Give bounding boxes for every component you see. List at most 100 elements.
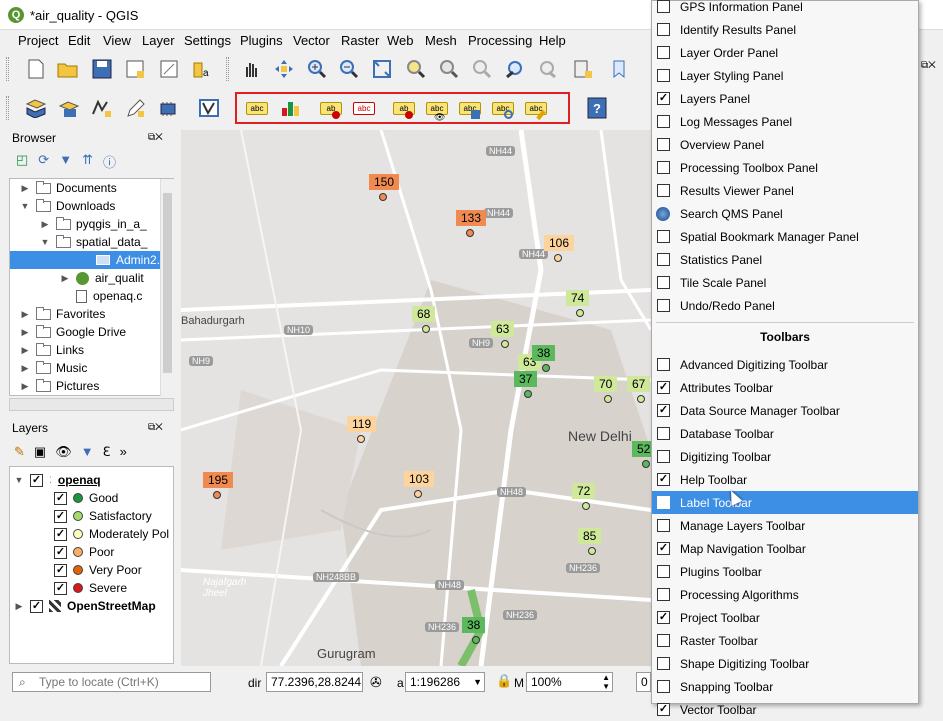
class-visibility-checkbox[interactable]: ✓	[54, 509, 67, 523]
legend-class[interactable]: ✓ Good	[54, 489, 118, 507]
panel-menu-item[interactable]: Tile Scale Panel	[652, 271, 918, 294]
panel-menu-item[interactable]: Statistics Panel	[652, 248, 918, 271]
menu-checkbox[interactable]: ✓	[657, 542, 670, 555]
add-vector-layer-icon[interactable]	[57, 96, 81, 120]
menu-checkbox[interactable]: ✓	[657, 473, 670, 486]
style-manager-icon[interactable]: a	[190, 57, 214, 81]
aqi-marker-point[interactable]	[554, 254, 562, 262]
toolbar-menu-item[interactable]: ✓ Vector Toolbar	[652, 698, 918, 721]
chevron-down-icon[interactable]: ▼	[14, 475, 24, 485]
toolbar-menu-item[interactable]: ✓ Project Toolbar	[652, 606, 918, 629]
toolbar-menu-item[interactable]: ✓ Map Navigation Toolbar	[652, 537, 918, 560]
aqi-marker-point[interactable]	[466, 229, 474, 237]
toolbar-menu-item[interactable]: ✓ Label Toolbar	[652, 491, 918, 514]
menu-checkbox[interactable]	[657, 634, 670, 647]
browser-item[interactable]: ▼ Downloads	[20, 197, 170, 215]
menu-checkbox[interactable]: ✓	[657, 496, 670, 509]
toolbar-menu-item[interactable]: ✓ Help Toolbar	[652, 468, 918, 491]
menu-raster[interactable]: Raster	[341, 33, 379, 48]
panel-menu-item[interactable]: Log Messages Panel	[652, 110, 918, 133]
menu-checkbox[interactable]	[657, 427, 670, 440]
menu-mesh[interactable]: Mesh	[425, 33, 457, 48]
browser-item[interactable]: ▶ Google Drive	[20, 323, 170, 341]
gps-device-icon[interactable]	[156, 96, 180, 120]
toolbar-menu-item[interactable]: Snapping Toolbar	[652, 675, 918, 698]
menu-checkbox[interactable]	[657, 161, 670, 174]
menu-checkbox[interactable]	[657, 46, 670, 59]
toolbar-menu-item[interactable]: Plugins Toolbar	[652, 560, 918, 583]
menu-checkbox[interactable]	[657, 565, 670, 578]
layers-tree[interactable]: ▼ ✓ ⁚ openaq ✓ Good ✓ Satisfactory ✓ Moderately P…	[9, 466, 174, 664]
panel-menu-item[interactable]: ✓ Layers Panel	[652, 87, 918, 110]
zoom-last-icon[interactable]	[503, 57, 527, 81]
zoom-selection-icon[interactable]	[404, 57, 428, 81]
toolbar-menu-item[interactable]: Database Toolbar	[652, 422, 918, 445]
legend-class[interactable]: ✓ Very Poor	[54, 561, 142, 579]
digitize-icon[interactable]	[90, 96, 114, 120]
chevron-right-icon[interactable]: ▶	[20, 363, 30, 374]
panel-menu-item[interactable]: Identify Results Panel	[652, 18, 918, 41]
filter-legend-icon[interactable]: ▼	[81, 444, 94, 460]
browser-item[interactable]: ▶ air_qualit	[60, 269, 173, 287]
save-project-icon[interactable]	[90, 57, 114, 81]
aqi-marker-point[interactable]	[604, 395, 612, 403]
chevron-right-icon[interactable]: ▶	[14, 601, 24, 612]
map-canvas[interactable]: NH44 NH44 NH44 NH10 NH9 NH9 NH48 NH248BB NH48 NH2…	[181, 130, 651, 666]
layer-openstreetmap[interactable]: ▶ ✓ OpenStreetMap	[14, 597, 156, 615]
menu-checkbox[interactable]: ✓	[657, 703, 670, 716]
aqi-marker-point[interactable]	[357, 435, 365, 443]
scale-field[interactable]: 1:196286 ▼	[405, 672, 485, 692]
menu-checkbox[interactable]	[657, 276, 670, 289]
browser-item[interactable]: ▼ spatial_data_	[40, 233, 173, 251]
menu-checkbox[interactable]: ✓	[657, 92, 670, 105]
pan-hand-icon[interactable]	[239, 57, 263, 81]
layer-visibility-checkbox[interactable]: ✓	[30, 473, 43, 487]
toggle-extents-icon[interactable]: ✇	[370, 674, 382, 691]
menu-checkbox[interactable]	[657, 115, 670, 128]
magnifier-field[interactable]: 100% ▲ ▼	[526, 672, 613, 692]
menu-checkbox[interactable]	[657, 230, 670, 243]
chevron-right-icon[interactable]: ▶	[60, 273, 70, 284]
aqi-marker-point[interactable]	[472, 636, 480, 644]
chevron-right-icon[interactable]: ▶	[20, 381, 30, 392]
locator-search-input[interactable]: ⌕ Type to locate (Ctrl+K)	[12, 672, 211, 692]
browser-item[interactable]: ▶ Favorites	[20, 305, 170, 323]
info-icon[interactable]: ⓘ	[103, 152, 116, 171]
class-visibility-checkbox[interactable]: ✓	[54, 563, 67, 577]
menu-plugins[interactable]: Plugins	[240, 33, 283, 48]
chevron-down-icon[interactable]: ▼	[20, 201, 30, 211]
add-group-icon[interactable]: ▣	[34, 444, 46, 460]
zoom-in-icon[interactable]	[305, 57, 329, 81]
aqi-marker-point[interactable]	[379, 193, 387, 201]
menu-checkbox[interactable]	[657, 588, 670, 601]
menu-settings[interactable]: Settings	[184, 33, 231, 48]
browser-item[interactable]: ▶ pyqgis_in_a_	[40, 215, 173, 233]
more-chevron-icon[interactable]: »	[120, 444, 127, 460]
panel-menu-item[interactable]: Undo/Redo Panel	[652, 294, 918, 317]
layer-openaq[interactable]: ▼ ✓ ⁚ openaq	[14, 471, 101, 489]
panel-float-close-icon[interactable]: ⧉✕	[148, 422, 163, 433]
new-map-view-icon[interactable]	[571, 57, 595, 81]
chevron-right-icon[interactable]: ▶	[20, 309, 30, 320]
menu-checkbox[interactable]: ✓	[657, 611, 670, 624]
panel-menu-item[interactable]: Processing Toolbox Panel	[652, 156, 918, 179]
aqi-marker-point[interactable]	[524, 390, 532, 398]
legend-class[interactable]: ✓ Severe	[54, 579, 127, 597]
zoom-native-icon[interactable]	[470, 57, 494, 81]
browser-horizontal-scrollbar[interactable]	[9, 398, 174, 411]
data-source-manager-icon[interactable]	[24, 96, 48, 120]
menu-checkbox[interactable]: ✓	[657, 381, 670, 394]
vertex-tool-icon[interactable]	[197, 96, 221, 120]
menu-checkbox[interactable]	[657, 138, 670, 151]
panel-float-close-icon[interactable]: ⧉✕	[148, 132, 163, 143]
toolbar-menu-item[interactable]: Advanced Digitizing Toolbar	[652, 353, 918, 376]
class-visibility-checkbox[interactable]: ✓	[54, 527, 67, 541]
class-visibility-checkbox[interactable]: ✓	[54, 545, 67, 559]
panel-menu-item[interactable]: Layer Order Panel	[652, 41, 918, 64]
menu-processing[interactable]: Processing	[468, 33, 532, 48]
aqi-marker-point[interactable]	[642, 460, 650, 468]
toolbar-menu-item[interactable]: Manage Layers Toolbar	[652, 514, 918, 537]
browser-item[interactable]: ▶ Pictures	[20, 377, 170, 395]
legend-class[interactable]: ✓ Moderately Pol	[54, 525, 169, 543]
menu-checkbox[interactable]	[657, 69, 670, 82]
